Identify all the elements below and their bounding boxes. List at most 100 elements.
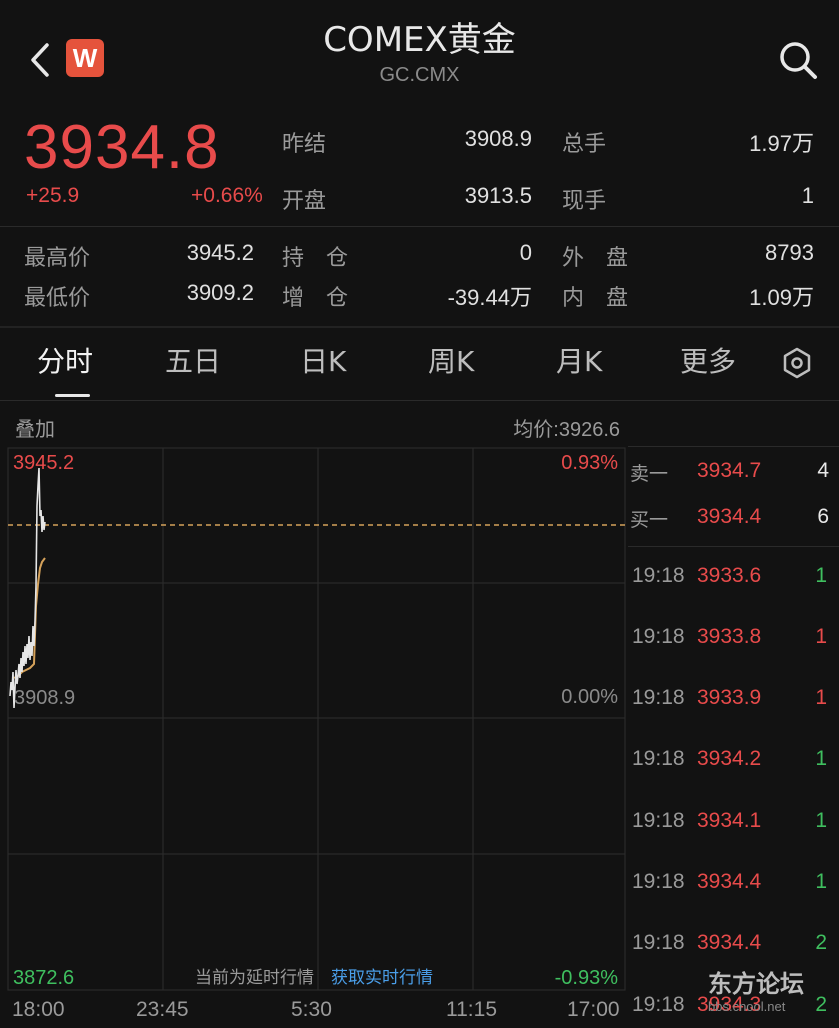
x-axis-tick: 23:45: [136, 998, 189, 1021]
ask-price: 3934.7: [697, 459, 762, 482]
pct-axis-mid-label: 0.00%: [561, 686, 618, 708]
intraday-chart[interactable]: 3945.2 3908.9 3872.6 0.93% 0.00% -0.93%: [0, 446, 628, 994]
prev-settle-value: 3908.9: [464, 126, 532, 151]
tab-weekly-k[interactable]: 周K: [428, 340, 474, 380]
open-label: 开盘: [282, 189, 327, 214]
divider: [0, 226, 839, 227]
y-axis-mid-label: 3908.9: [14, 687, 75, 709]
trade-volume: 1: [815, 747, 827, 770]
trade-time: 19:18: [632, 747, 685, 770]
total-volume-label: 总手: [562, 132, 607, 157]
ticker-symbol: GC.CMX: [379, 64, 460, 86]
average-price: 均价:3926.6: [513, 419, 620, 441]
overlay-button[interactable]: 叠加: [15, 413, 55, 442]
x-axis-tick: 18:00: [12, 998, 65, 1021]
watermark-name: 东方论坛: [708, 970, 804, 998]
trade-time: 19:18: [632, 564, 685, 587]
delay-notice: 当前为延时行情: [195, 968, 314, 988]
outer-volume-label: 外 盘: [562, 246, 629, 271]
trade-row: 19:18 3933.8 1: [630, 625, 835, 655]
tab-daily-k[interactable]: 日K: [300, 340, 346, 380]
bid-label: 买一: [630, 509, 669, 531]
ask-label: 卖一: [630, 463, 669, 485]
trade-row: 19:18 3934.1 1: [630, 809, 835, 839]
search-button[interactable]: [776, 38, 820, 82]
trade-time: 19:18: [632, 625, 685, 648]
trade-price: 3934.4: [697, 870, 762, 893]
tab-monthly-k[interactable]: 月K: [556, 340, 602, 380]
price-change-percent: +0.66%: [191, 184, 263, 207]
x-axis-tick: 5:30: [291, 998, 332, 1021]
oi-change-label: 增 仓: [282, 286, 349, 311]
oi-change-value: -39.44万: [447, 285, 532, 310]
trade-price: 3934.1: [697, 809, 762, 832]
y-axis-top-label: 3945.2: [13, 452, 74, 474]
trade-time: 19:18: [632, 870, 685, 893]
settings-icon: [783, 347, 811, 379]
open-interest-label: 持 仓: [282, 246, 349, 271]
tab-intraday[interactable]: 分时: [37, 340, 93, 380]
high-label: 最高价: [24, 246, 91, 271]
open-interest-value: 0: [519, 240, 532, 265]
trade-volume: 1: [815, 870, 827, 893]
open-value: 3913.5: [464, 183, 532, 208]
trade-row: 19:18 3934.4 2: [630, 931, 835, 961]
active-tab-indicator: [55, 394, 90, 397]
search-icon: [780, 42, 817, 79]
trade-volume: 1: [815, 625, 827, 648]
realtime-quote-link[interactable]: 获取实时行情: [331, 963, 433, 988]
divider: [0, 400, 839, 401]
trade-row: 19:18 3933.6 1: [630, 564, 835, 594]
high-value: 3945.2: [186, 240, 254, 265]
current-volume-label: 现手: [562, 189, 607, 214]
trade-row: 19:18 3933.9 1: [630, 686, 835, 716]
watermark-url: bbs.cnool.net: [708, 999, 786, 1014]
page-title: COMEX黄金: [323, 20, 516, 60]
trade-volume: 1: [815, 686, 827, 709]
trade-price: 3934.4: [697, 931, 762, 954]
tab-five-day[interactable]: 五日: [165, 340, 221, 380]
trade-volume: 1: [815, 564, 827, 587]
trade-volume: 2: [815, 993, 827, 1016]
bid-row: 买一 3934.4 6: [630, 505, 835, 535]
chart-settings-button[interactable]: [780, 346, 814, 380]
trade-price: 3933.8: [697, 625, 762, 648]
current-volume-value: 1: [801, 183, 814, 208]
trade-volume: 2: [815, 931, 827, 954]
prev-settle-label: 昨结: [282, 132, 327, 157]
bid-price: 3934.4: [697, 505, 762, 528]
trade-time: 19:18: [632, 809, 685, 832]
divider: [628, 546, 839, 547]
outer-volume-value: 8793: [765, 240, 814, 265]
trade-row: 19:18 3934.4 1: [630, 870, 835, 900]
x-axis-tick: 17:00: [567, 998, 620, 1021]
price-change: +25.9: [26, 184, 80, 207]
trade-time: 19:18: [632, 993, 685, 1016]
last-price: 3934.8: [24, 113, 220, 182]
divider: [0, 326, 839, 328]
trade-price: 3933.6: [697, 564, 762, 587]
trade-row: 19:18 3934.2 1: [630, 747, 835, 777]
low-label: 最低价: [24, 286, 91, 311]
watermark: 东方论坛 bbs.cnool.net: [708, 964, 804, 1014]
bid-volume: 6: [817, 505, 829, 528]
trade-time: 19:18: [632, 931, 685, 954]
trade-time: 19:18: [632, 686, 685, 709]
ask-row: 卖一 3934.7 4: [630, 459, 835, 489]
price-line: [9, 467, 46, 709]
trade-volume: 1: [815, 809, 827, 832]
divider: [628, 446, 839, 447]
inner-volume-label: 内 盘: [562, 286, 629, 311]
y-axis-bottom-label: 3872.6: [13, 967, 74, 989]
ask-volume: 4: [817, 459, 829, 482]
trade-price: 3934.2: [697, 747, 762, 770]
trade-price: 3933.9: [697, 686, 762, 709]
total-volume-value: 1.97万: [749, 131, 814, 156]
tab-more[interactable]: 更多: [680, 340, 736, 380]
low-value: 3909.2: [186, 280, 254, 305]
chart-grid: [7, 447, 626, 991]
x-axis-tick: 11:15: [446, 998, 497, 1021]
pct-axis-top-label: 0.93%: [561, 452, 618, 474]
inner-volume-value: 1.09万: [749, 285, 814, 310]
pct-axis-bottom-label: -0.93%: [555, 967, 619, 989]
